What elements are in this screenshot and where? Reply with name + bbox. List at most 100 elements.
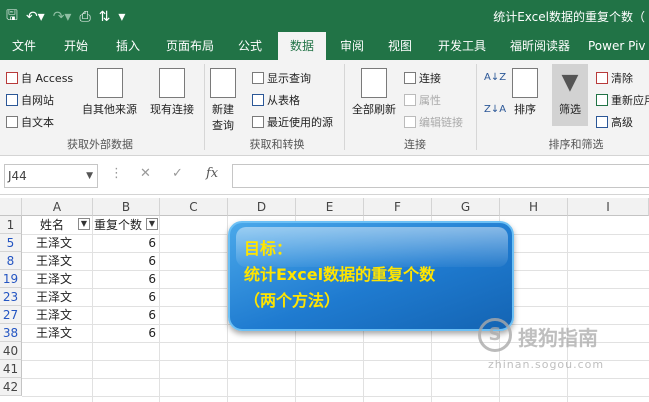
reapply-button[interactable]: 重新应用 — [596, 92, 649, 108]
column-header-i[interactable]: I — [568, 198, 649, 216]
table-cell[interactable]: 王泽文 — [36, 252, 72, 270]
table-cell[interactable]: 王泽文 — [36, 288, 72, 306]
title-bar: 🖫 ↶▾ ↷▾ ⎙ ⇅ ▾ 统计Excel数据的重复个数（ — [0, 0, 649, 32]
tab-developer[interactable]: 开发工具 — [432, 32, 492, 60]
insert-function-icon[interactable]: fx — [206, 166, 218, 181]
column-header-g[interactable]: G — [432, 198, 500, 216]
table-icon — [252, 94, 264, 106]
row-header[interactable]: 23 — [0, 288, 22, 306]
new-query-label-2: 查询 — [212, 119, 234, 132]
row-header[interactable]: 38 — [0, 324, 22, 342]
column-header-f[interactable]: F — [364, 198, 432, 216]
header-cell-name[interactable]: 姓名 — [40, 216, 64, 234]
redo-icon[interactable]: ↷▾ — [53, 9, 72, 25]
from-table-button[interactable]: 从表格 — [252, 92, 300, 108]
column-header-c[interactable]: C — [160, 198, 228, 216]
table-cell[interactable]: 王泽文 — [36, 324, 72, 342]
connections-icon — [404, 72, 416, 84]
table-cell[interactable]: 6 — [94, 234, 156, 252]
new-query-button[interactable]: 新建 查询 — [210, 68, 236, 133]
show-queries-button[interactable]: 显示查询 — [252, 70, 311, 86]
connections-button[interactable]: 连接 — [404, 70, 441, 86]
tab-data[interactable]: 数据 — [278, 32, 326, 60]
tab-home[interactable]: 开始 — [56, 32, 96, 60]
table-cell[interactable]: 6 — [94, 306, 156, 324]
table-cell[interactable]: 王泽文 — [36, 234, 72, 252]
row-header[interactable]: 8 — [0, 252, 22, 270]
column-header-b[interactable]: B — [93, 198, 160, 216]
header-cell-count[interactable]: 重复个数 — [94, 216, 146, 234]
recent-sources-icon — [252, 116, 264, 128]
from-other-sources-button[interactable]: 自其他来源 — [82, 68, 137, 117]
existing-connections-button[interactable]: 现有连接 — [150, 68, 194, 117]
chevron-down-icon[interactable]: ▼ — [86, 165, 93, 187]
row-header[interactable]: 40 — [0, 342, 22, 360]
from-text-button[interactable]: 自文本 — [6, 114, 54, 130]
recent-sources-button[interactable]: 最近使用的源 — [252, 114, 333, 130]
filter-active-icon[interactable]: ▼ — [78, 218, 90, 230]
table-cell[interactable]: 6 — [94, 288, 156, 306]
table-cell[interactable]: 王泽文 — [36, 270, 72, 288]
clear-filter-icon — [596, 72, 608, 84]
sort-icon[interactable]: ⇅ — [99, 9, 111, 25]
customize-qat-icon[interactable]: ▾ — [118, 9, 125, 25]
tab-formulas[interactable]: 公式 — [230, 32, 270, 60]
row-header[interactable]: 41 — [0, 360, 22, 378]
name-box[interactable]: J44 ▼ — [4, 164, 98, 188]
quick-access-toolbar: 🖫 ↶▾ ↷▾ ⎙ ⇅ ▾ — [6, 5, 125, 29]
clear-filter-button[interactable]: 清除 — [596, 70, 633, 86]
grid-line — [22, 396, 649, 397]
tab-power-pivot[interactable]: Power Piv — [588, 32, 649, 60]
refresh-all-button[interactable]: 全部刷新 — [352, 68, 396, 117]
tab-view[interactable]: 视图 — [380, 32, 420, 60]
tab-page-layout[interactable]: 页面布局 — [160, 32, 220, 60]
reapply-icon — [596, 94, 608, 106]
cancel-icon[interactable]: ✕ — [140, 166, 151, 181]
refresh-icon — [361, 68, 387, 98]
print-preview-icon[interactable]: ⎙ — [79, 9, 90, 25]
watermark: S 搜狗指南 zhinan.sogou.com — [478, 316, 646, 376]
advanced-filter-button[interactable]: 高级 — [596, 114, 633, 130]
select-all-corner[interactable] — [0, 198, 22, 216]
from-web-button[interactable]: 自网站 — [6, 92, 54, 108]
filter-dropdown-icon[interactable]: ▼ — [146, 218, 158, 230]
column-header-h[interactable]: H — [500, 198, 568, 216]
table-cell[interactable]: 王泽文 — [36, 306, 72, 324]
formula-bar: J44 ▼ ⋮ ✕ ✓ fx — [0, 157, 649, 195]
table-cell[interactable]: 6 — [94, 324, 156, 342]
formula-input[interactable] — [232, 164, 649, 188]
from-other-sources-label: 自其他来源 — [82, 103, 137, 116]
column-header-e[interactable]: E — [296, 198, 364, 216]
row-header[interactable]: 27 — [0, 306, 22, 324]
row-header[interactable]: 5 — [0, 234, 22, 252]
more-icon: ⋮ — [110, 166, 123, 181]
from-access-button[interactable]: 自 Access — [6, 70, 73, 86]
row-header[interactable]: 42 — [0, 378, 22, 396]
sort-button[interactable]: 排序 — [512, 68, 538, 117]
watermark-url: zhinan.sogou.com — [488, 358, 605, 371]
new-query-icon — [210, 68, 236, 98]
properties-button[interactable]: 属性 — [404, 92, 441, 108]
undo-icon[interactable]: ↶▾ — [26, 9, 45, 25]
column-header-d[interactable]: D — [228, 198, 296, 216]
show-queries-label: 显示查询 — [267, 72, 311, 85]
from-text-label: 自文本 — [21, 116, 54, 129]
row-header[interactable]: 1 — [0, 216, 22, 234]
column-header-a[interactable]: A — [22, 198, 93, 216]
table-cell[interactable]: 6 — [94, 270, 156, 288]
refresh-all-label: 全部刷新 — [352, 103, 396, 116]
table-cell[interactable]: 6 — [94, 252, 156, 270]
tab-insert[interactable]: 插入 — [108, 32, 148, 60]
connections-label: 连接 — [419, 72, 441, 85]
sort-ascending-button[interactable]: A↓Z — [484, 72, 506, 83]
tab-review[interactable]: 审阅 — [332, 32, 372, 60]
sort-descending-button[interactable]: Z↓A — [484, 104, 506, 115]
filter-button[interactable]: ▼ 筛选 — [552, 64, 588, 126]
save-icon[interactable]: 🖫 — [6, 5, 18, 29]
tab-file[interactable]: 文件 — [4, 32, 44, 60]
edit-links-button[interactable]: 编辑链接 — [404, 114, 463, 130]
enter-icon[interactable]: ✓ — [172, 166, 183, 181]
row-header[interactable]: 19 — [0, 270, 22, 288]
tab-foxit-reader[interactable]: 福昕阅读器 — [504, 32, 576, 60]
from-web-label: 自网站 — [21, 94, 54, 107]
